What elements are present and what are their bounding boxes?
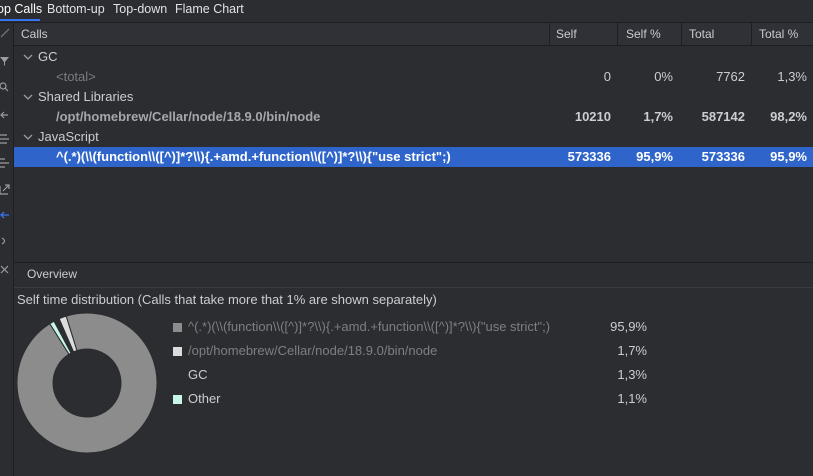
legend-percent: 1,1% [617,391,647,406]
row-self: 10210 [574,109,611,124]
legend-label: Other [188,391,221,406]
self-time-donut-chart [16,312,158,454]
active-tab-indicator [0,19,40,21]
chevron-down-icon[interactable] [22,51,34,63]
legend-percent: 1,7% [617,343,647,358]
row-name: /opt/homebrew/Cellar/node/18.9.0/bin/nod… [56,109,321,124]
row-self-pct: 1,7% [643,109,673,124]
tree-row-gc[interactable]: GC [14,47,813,67]
row-total-pct: 98,2% [770,109,807,124]
legend-item: ^(.*)(\\(function\\([^)]*?\\){.+amd.+fun… [173,319,673,337]
column-divider[interactable] [617,23,618,45]
tree-row-shared-libraries[interactable]: Shared Libraries [14,87,813,107]
row-self: 0 [603,69,611,84]
chevron-down-icon[interactable] [22,91,34,103]
legend-percent: 1,3% [617,367,647,382]
legend-label: /opt/homebrew/Cellar/node/18.9.0/bin/nod… [188,343,438,358]
row-name: JavaScript [38,129,99,144]
chevron-down-icon[interactable] [22,131,34,143]
legend-item: GC 1,3% [173,367,673,385]
tab-top-down[interactable]: Top-down [113,2,167,16]
arrow-left-icon[interactable] [0,109,10,121]
row-name: Shared Libraries [38,89,134,104]
row-self-pct: 95,9% [636,149,673,164]
column-header-total-pct[interactable]: Total % [759,27,798,41]
donut-slice [16,312,158,454]
legend-swatch [173,395,182,404]
row-self-pct: 0% [654,69,673,84]
filter-icon[interactable] [0,55,10,67]
legend-item: /opt/homebrew/Cellar/node/18.9.0/bin/nod… [173,343,673,361]
tree-row-javascript[interactable]: JavaScript [14,127,813,147]
column-divider[interactable] [681,23,682,45]
row-name: ^(.*)(\\(function\\([^)]*?\\){.+amd.+fun… [56,149,451,164]
column-divider[interactable] [751,23,752,45]
back-icon[interactable] [0,209,10,221]
left-toolbar [0,23,14,476]
row-total-pct: 95,9% [770,149,807,164]
expand-all-icon[interactable] [0,133,10,145]
view-tabs: op Calls Bottom-up Top-down Flame Chart [0,0,813,23]
collapse-icon[interactable] [0,27,10,39]
tree-row-node-binary[interactable]: /opt/homebrew/Cellar/node/18.9.0/bin/nod… [14,107,813,127]
legend-item: Other 1,1% [173,391,673,409]
column-header-total[interactable]: Total [689,27,714,41]
search-icon[interactable] [0,81,10,93]
tree-row-gc-total[interactable]: <total> 0 0% 7762 1,3% [14,67,813,87]
legend-percent: 95,9% [610,319,647,334]
collapse-all-icon[interactable] [0,157,10,169]
export-icon[interactable] [0,183,10,195]
legend-label: ^(.*)(\\(function\\([^)]*?\\){.+amd.+fun… [188,319,551,334]
settings-icon[interactable] [0,235,10,247]
divider [14,287,813,288]
row-total-pct: 1,3% [777,69,807,84]
legend-label: GC [188,367,208,382]
calls-table-header: Calls Self Self % Total Total % [14,23,813,46]
row-name: GC [38,49,58,64]
row-total: 7762 [716,69,745,84]
column-divider[interactable] [549,23,550,45]
column-header-calls[interactable]: Calls [21,27,48,41]
column-header-self-pct[interactable]: Self % [626,27,661,41]
close-icon[interactable] [0,263,10,275]
tree-row-selected-function[interactable]: ^(.*)(\\(function\\([^)]*?\\){.+amd.+fun… [14,147,813,167]
tab-flame-chart[interactable]: Flame Chart [175,2,244,16]
legend-swatch [173,323,182,332]
row-self: 573336 [567,149,611,164]
panel-splitter[interactable] [14,262,813,263]
legend-swatch [173,371,182,380]
legend-swatch [173,347,182,356]
row-total: 587142 [701,109,745,124]
row-name: <total> [56,69,96,84]
row-total: 573336 [701,149,745,164]
tab-bottom-up[interactable]: Bottom-up [47,2,105,16]
overview-label: Overview [27,267,78,281]
distribution-title: Self time distribution (Calls that take … [17,292,437,307]
column-header-self[interactable]: Self [556,27,577,41]
tab-top-calls[interactable]: op Calls [0,2,42,16]
